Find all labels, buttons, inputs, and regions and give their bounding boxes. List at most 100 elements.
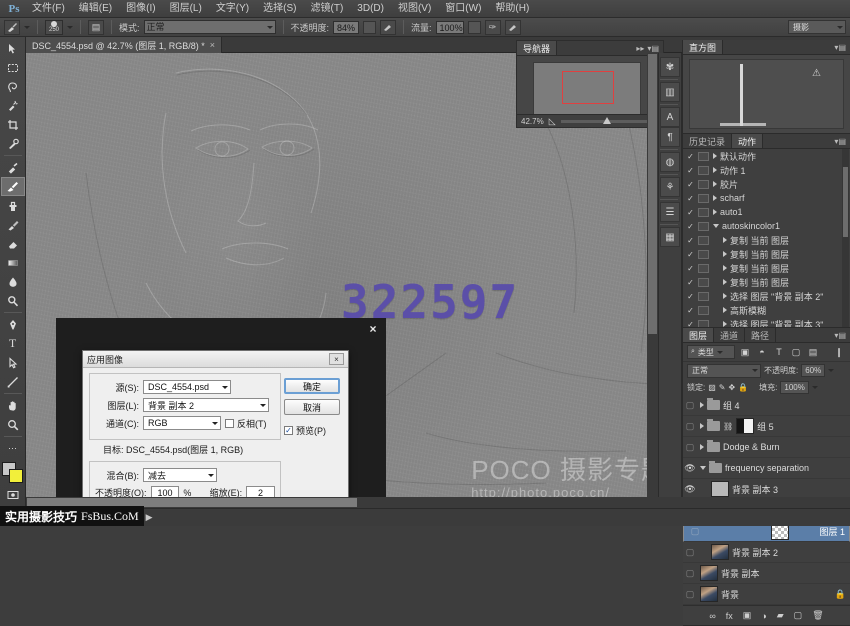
paragraph-panel-icon[interactable]: ¶ bbox=[660, 127, 680, 147]
eye-icon[interactable]: ▢ bbox=[683, 400, 697, 411]
chevron-right-icon[interactable] bbox=[713, 153, 717, 159]
action-toggle-icon[interactable]: ✓ bbox=[685, 222, 696, 231]
eye-icon[interactable]: ▢ bbox=[683, 547, 697, 558]
layer-mask-thumbnail[interactable] bbox=[736, 418, 754, 434]
action-row[interactable]: ✓scharf bbox=[683, 191, 850, 205]
move-tool[interactable] bbox=[1, 39, 25, 58]
lock-all-icon[interactable]: 🔒 bbox=[738, 383, 748, 392]
action-row[interactable]: ✓autoskincolor1 bbox=[683, 219, 850, 233]
action-row[interactable]: ✓复制 当前 图层 bbox=[683, 233, 850, 247]
eye-icon[interactable]: ▢ bbox=[683, 568, 697, 579]
action-toggle-icon[interactable]: ✓ bbox=[685, 208, 696, 217]
close-icon[interactable]: × bbox=[210, 40, 215, 50]
action-row[interactable]: ✓复制 当前 图层 bbox=[683, 261, 850, 275]
action-row[interactable]: ✓动作 1 bbox=[683, 163, 850, 177]
warning-icon[interactable]: ⚠ bbox=[812, 68, 821, 79]
eyedropper-tool[interactable] bbox=[1, 134, 25, 153]
navigator-zoom-slider[interactable] bbox=[561, 120, 649, 123]
brush-preset-caret-icon[interactable] bbox=[24, 26, 30, 29]
action-toggle-icon[interactable]: ✓ bbox=[685, 250, 696, 259]
menu-file[interactable]: 文件(F) bbox=[25, 0, 72, 18]
eraser-tool[interactable] bbox=[1, 234, 25, 253]
dodge-tool[interactable] bbox=[1, 291, 25, 310]
menu-window[interactable]: 窗口(W) bbox=[438, 0, 488, 18]
menu-view[interactable]: 视图(V) bbox=[391, 0, 438, 18]
opacity-stepper-icon[interactable] bbox=[363, 21, 376, 34]
chevron-right-icon[interactable] bbox=[723, 307, 727, 313]
character-panel-icon[interactable]: A bbox=[660, 107, 680, 127]
action-dialog-toggle[interactable] bbox=[698, 180, 709, 189]
color-swatches[interactable] bbox=[1, 461, 25, 485]
navigator-viewport-rect[interactable] bbox=[562, 71, 614, 104]
link-icon[interactable]: ∞ bbox=[709, 611, 715, 621]
layer-thumbnail[interactable] bbox=[700, 565, 718, 581]
layer-row[interactable]: ▢背景 副本 bbox=[683, 563, 850, 584]
quick-selection-tool[interactable] bbox=[1, 96, 25, 115]
toggle-brush-panel-icon[interactable]: ▤ bbox=[88, 20, 104, 35]
opacity-input[interactable]: 84% bbox=[333, 21, 359, 34]
action-row[interactable]: ✓高斯模糊 bbox=[683, 303, 850, 317]
eye-icon[interactable]: ▢ bbox=[688, 526, 702, 537]
layer-select[interactable]: 背景 副本 2 bbox=[143, 398, 269, 412]
action-row[interactable]: ✓复制 当前 图层 bbox=[683, 247, 850, 261]
edit-toolbar-icon[interactable]: ⋯ bbox=[1, 439, 25, 458]
chevron-right-icon[interactable] bbox=[700, 444, 704, 450]
zoom-out-icon[interactable]: ◺ bbox=[549, 116, 556, 127]
menu-filter[interactable]: 滤镜(T) bbox=[304, 0, 351, 18]
info-panel-icon[interactable]: ▦ bbox=[660, 227, 680, 247]
action-dialog-toggle[interactable] bbox=[698, 306, 709, 315]
tab-layers[interactable]: 图层 bbox=[683, 328, 714, 342]
layer-blend-mode-select[interactable]: 正常 bbox=[687, 364, 761, 378]
hand-tool[interactable] bbox=[1, 396, 25, 415]
action-row[interactable]: ✓选择 图层 "背景 副本 2" bbox=[683, 289, 850, 303]
delete-icon[interactable]: 🗑 bbox=[812, 610, 823, 621]
eye-icon[interactable]: ▢ bbox=[683, 421, 697, 432]
action-toggle-icon[interactable]: ✓ bbox=[685, 320, 696, 328]
action-toggle-icon[interactable]: ✓ bbox=[685, 166, 696, 175]
preview-checkbox[interactable]: ✓ 预览(P) bbox=[284, 424, 326, 437]
chevron-right-icon[interactable] bbox=[723, 293, 727, 299]
menu-type[interactable]: 文字(Y) bbox=[209, 0, 256, 18]
action-row[interactable]: ✓选择 图层 "背景 副本 3" bbox=[683, 317, 850, 327]
menu-3d[interactable]: 3D(D) bbox=[350, 0, 391, 18]
flow-input[interactable]: 100% bbox=[436, 21, 464, 34]
color-panel-icon[interactable]: ✾ bbox=[660, 57, 680, 77]
adjustments-panel-icon[interactable]: ▥ bbox=[660, 82, 680, 102]
gradient-tool[interactable] bbox=[1, 253, 25, 272]
layer-row[interactable]: ▢背景🔒 bbox=[683, 584, 850, 605]
tab-actions[interactable]: 动作 bbox=[732, 134, 763, 148]
filter-toggle-switch[interactable]: ❙ bbox=[832, 345, 846, 359]
action-toggle-icon[interactable]: ✓ bbox=[685, 236, 696, 245]
filter-smart-object-icon[interactable]: ▤ bbox=[806, 345, 820, 359]
action-row[interactable]: ✓复制 当前 图层 bbox=[683, 275, 850, 289]
scrollbar-thumb[interactable] bbox=[648, 54, 657, 334]
layer-row[interactable]: 👁frequency separation bbox=[683, 458, 850, 479]
tab-paths[interactable]: 路径 bbox=[745, 328, 776, 342]
path-selection-tool[interactable] bbox=[1, 353, 25, 372]
action-dialog-toggle[interactable] bbox=[698, 166, 709, 175]
shape-tool[interactable] bbox=[1, 372, 25, 391]
action-toggle-icon[interactable]: ✓ bbox=[685, 306, 696, 315]
layer-filter-type-select[interactable]: ⌕ 类型 bbox=[687, 345, 735, 359]
layer-thumbnail[interactable] bbox=[700, 586, 718, 602]
chevron-right-icon[interactable] bbox=[700, 423, 704, 429]
layer-thumbnail[interactable] bbox=[711, 544, 729, 560]
layer-row[interactable]: ▢背景 副本 2 bbox=[683, 542, 850, 563]
filter-shape-icon[interactable]: ▢ bbox=[789, 345, 803, 359]
action-dialog-toggle[interactable] bbox=[698, 222, 709, 231]
tab-navigator[interactable]: 导航器 bbox=[517, 41, 557, 55]
chevron-right-icon[interactable] bbox=[713, 195, 717, 201]
canvas-vertical-scrollbar[interactable] bbox=[647, 53, 658, 508]
action-dialog-toggle[interactable] bbox=[698, 264, 709, 273]
menu-help[interactable]: 帮助(H) bbox=[488, 0, 536, 18]
chevron-down-icon[interactable] bbox=[713, 224, 719, 228]
eye-icon[interactable]: ▢ bbox=[683, 442, 697, 453]
filter-type-icon[interactable]: T bbox=[772, 345, 786, 359]
filter-pixel-icon[interactable]: ▣ bbox=[738, 345, 752, 359]
overlay-close-icon[interactable]: × bbox=[366, 322, 380, 336]
tab-histogram[interactable]: 直方图 bbox=[683, 40, 723, 54]
actions-scrollbar[interactable] bbox=[842, 149, 849, 327]
airbrush-toggle-icon[interactable]: ✑ bbox=[485, 20, 501, 35]
cancel-button[interactable]: 取消 bbox=[284, 399, 340, 415]
eye-icon[interactable]: ▢ bbox=[683, 589, 697, 600]
